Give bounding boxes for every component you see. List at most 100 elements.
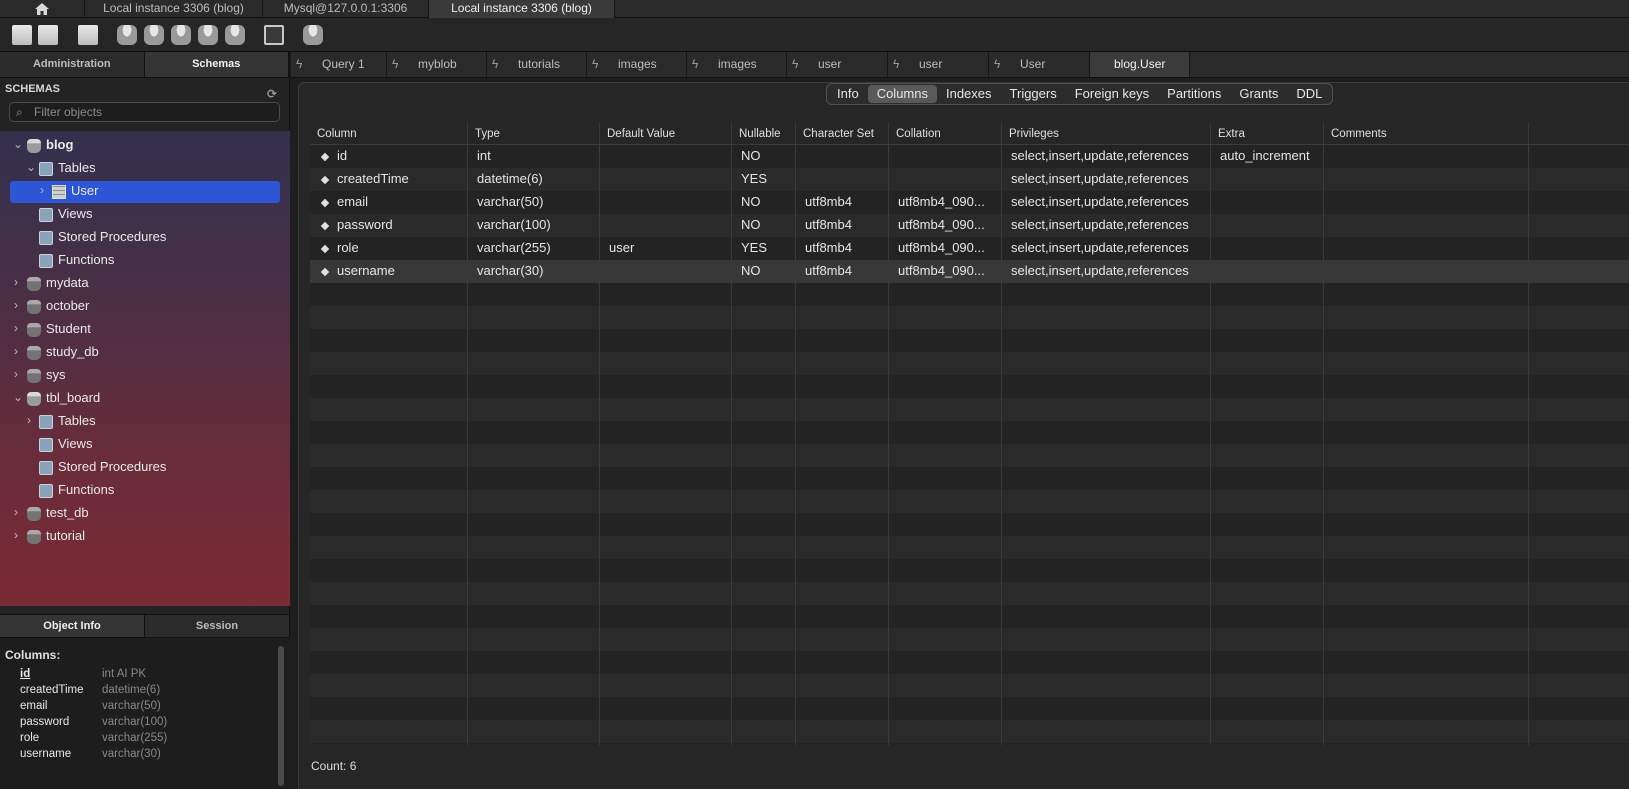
grid-cell[interactable] (889, 168, 1002, 192)
schema-sys[interactable]: › sys (0, 365, 290, 387)
schema-test-db[interactable]: › test_db (0, 503, 290, 525)
chevron-down-icon[interactable]: ⌄ (13, 137, 23, 151)
column-header-privileges[interactable]: Privileges (1002, 123, 1211, 145)
chevron-down-icon[interactable]: ⌄ (13, 390, 23, 404)
grid-cell[interactable]: utf8mb4_090... (889, 191, 1002, 215)
chevron-right-icon[interactable]: › (14, 528, 18, 542)
grid-cell[interactable] (1324, 168, 1529, 192)
grid-cell[interactable]: utf8mb4 (796, 260, 889, 284)
tree-folder-stored-procedures[interactable]: Stored Procedures (0, 227, 290, 249)
grid-cell[interactable] (1211, 168, 1324, 192)
object-info-scrollbar[interactable] (278, 646, 284, 786)
grid-cell[interactable]: select,insert,update,references (1002, 168, 1211, 192)
grid-cell[interactable]: select,insert,update,references (1002, 214, 1211, 238)
schema-blog[interactable]: ⌄ blog (0, 135, 290, 157)
column-header-comments[interactable]: Comments (1324, 123, 1529, 145)
grid-cell[interactable]: utf8mb4_090... (889, 237, 1002, 261)
grid-cell[interactable]: varchar(30) (468, 260, 600, 284)
grid-cell[interactable]: auto_increment (1211, 145, 1324, 169)
table-row[interactable]: password varchar(100) NO utf8mb4 utf8mb4_090… (310, 214, 1629, 237)
grid-cell[interactable]: createdTime (328, 168, 468, 192)
chevron-right-icon[interactable]: › (14, 321, 18, 335)
grid-cell[interactable] (1324, 145, 1529, 169)
grid-cell[interactable]: YES (732, 168, 796, 192)
grid-cell[interactable]: select,insert,update,references (1002, 145, 1211, 169)
query-tab[interactable]: ϟ myblob (387, 52, 487, 77)
query-tab[interactable]: ϟ images (687, 52, 787, 77)
grid-cell[interactable] (1211, 214, 1324, 238)
grid-cell[interactable]: datetime(6) (468, 168, 600, 192)
create-table-icon[interactable] (144, 25, 164, 45)
column-header-default-value[interactable]: Default Value (600, 123, 732, 145)
query-tab[interactable]: ϟ Query 1 (291, 52, 387, 77)
column-header-collation[interactable]: Collation (889, 123, 1002, 145)
query-tab[interactable]: ϟ tutorials (487, 52, 587, 77)
schema-tutorial[interactable]: › tutorial (0, 526, 290, 548)
tab-session[interactable]: Session (145, 615, 290, 638)
tree-folder-views[interactable]: Views (0, 204, 290, 226)
schema-study-db[interactable]: › study_db (0, 342, 290, 364)
grid-cell[interactable] (1324, 214, 1529, 238)
query-tab[interactable]: ϟ User (989, 52, 1090, 77)
tree-folder-views[interactable]: Views (0, 434, 290, 456)
grid-cell[interactable]: select,insert,update,references (1002, 237, 1211, 261)
schema-student[interactable]: › Student (0, 319, 290, 341)
grid-cell[interactable] (1211, 191, 1324, 215)
grid-cell[interactable]: select,insert,update,references (1002, 260, 1211, 284)
grid-cell[interactable] (600, 260, 732, 284)
tree-folder-tables[interactable]: ⌄ Tables (0, 158, 290, 180)
grid-cell[interactable] (1324, 260, 1529, 284)
query-tab[interactable]: ϟ images (587, 52, 687, 77)
chevron-right-icon[interactable]: › (40, 183, 44, 197)
table-row[interactable]: id int NO select,insert,update,references au… (310, 145, 1629, 168)
grid-cell[interactable]: int (468, 145, 600, 169)
grid-cell[interactable]: utf8mb4 (796, 214, 889, 238)
chevron-right-icon[interactable]: › (14, 344, 18, 358)
tree-folder-stored-procedures[interactable]: Stored Procedures (0, 457, 290, 479)
grid-cell[interactable]: email (328, 191, 468, 215)
create-view-icon[interactable] (171, 25, 191, 45)
grid-cell[interactable] (1211, 260, 1324, 284)
connection-tab[interactable]: Mysql@127.0.0.1:3306 (263, 0, 429, 18)
tab-grants[interactable]: Grants (1230, 85, 1287, 103)
tab-info[interactable]: Info (828, 85, 868, 103)
new-sql-tab-icon[interactable] (12, 25, 32, 45)
column-header-character-set[interactable]: Character Set (796, 123, 889, 145)
grid-cell[interactable] (1324, 237, 1529, 261)
schema-tbl-board[interactable]: ⌄ tbl_board (0, 388, 290, 410)
grid-cell[interactable] (600, 168, 732, 192)
table-row[interactable]: username varchar(30) NO utf8mb4 utf8mb4_090.… (310, 260, 1629, 283)
column-header-nullable[interactable]: Nullable (732, 123, 796, 145)
grid-cell[interactable]: password (328, 214, 468, 238)
grid-cell[interactable] (1211, 237, 1324, 261)
grid-cell[interactable] (600, 214, 732, 238)
tab-foreign-keys[interactable]: Foreign keys (1066, 85, 1158, 103)
grid-cell[interactable]: NO (732, 191, 796, 215)
reconnect-icon[interactable] (303, 25, 323, 45)
grid-cell[interactable]: utf8mb4_090... (889, 214, 1002, 238)
schema-october[interactable]: › october (0, 296, 290, 318)
grid-cell[interactable]: NO (732, 260, 796, 284)
chevron-right-icon[interactable]: › (14, 275, 18, 289)
tab-triggers[interactable]: Triggers (1001, 85, 1066, 103)
grid-cell[interactable] (796, 168, 889, 192)
grid-cell[interactable]: utf8mb4 (796, 237, 889, 261)
tree-folder-functions[interactable]: Functions (0, 250, 290, 272)
tree-folder-functions[interactable]: Functions (0, 480, 290, 502)
query-tab-active[interactable]: blog.User (1090, 52, 1190, 77)
tab-partitions[interactable]: Partitions (1158, 85, 1230, 103)
table-row[interactable]: role varchar(255) user YES utf8mb4 utf8mb4_09… (310, 237, 1629, 260)
column-header-column[interactable]: Column (310, 123, 468, 145)
tab-schemas[interactable]: Schemas (144, 52, 289, 78)
tree-table-user[interactable]: › User (10, 181, 280, 203)
home-tab[interactable] (0, 0, 85, 18)
connection-tab[interactable]: Local instance 3306 (blog) (85, 0, 263, 18)
grid-cell[interactable]: id (328, 145, 468, 169)
grid-cell[interactable]: select,insert,update,references (1002, 191, 1211, 215)
chevron-right-icon[interactable]: › (27, 413, 31, 427)
column-header-extra[interactable]: Extra (1211, 123, 1324, 145)
chevron-right-icon[interactable]: › (14, 367, 18, 381)
chevron-right-icon[interactable]: › (14, 505, 18, 519)
grid-cell[interactable]: varchar(50) (468, 191, 600, 215)
grid-cell[interactable]: user (600, 237, 732, 261)
